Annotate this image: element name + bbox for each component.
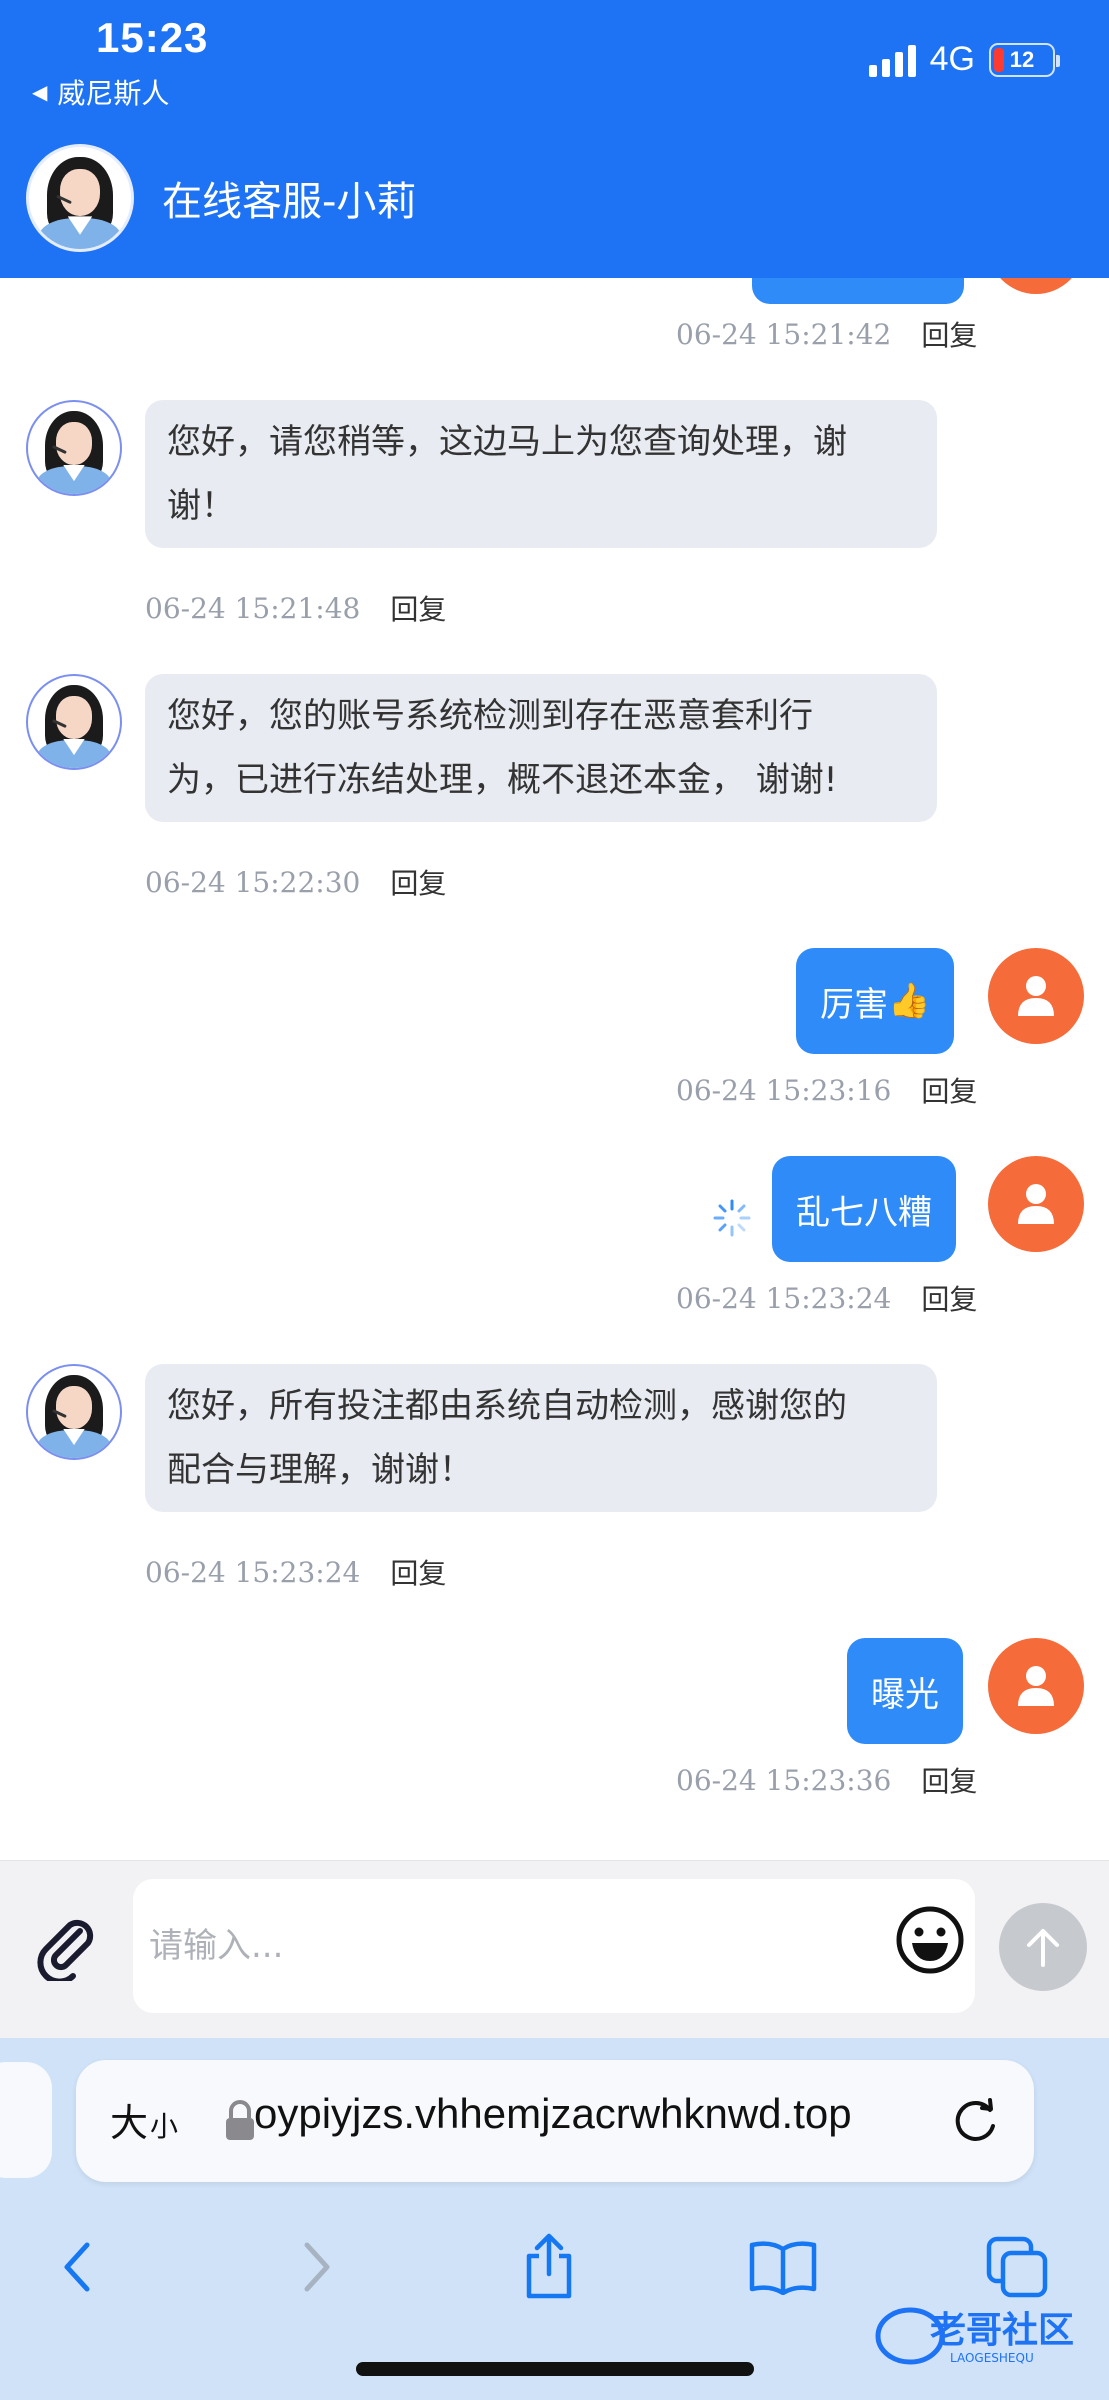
- back-app-label: 威尼斯人: [57, 77, 170, 110]
- message-time: 06-24 15:21:42: [676, 317, 892, 351]
- reply-link[interactable]: 回复: [921, 1760, 977, 1800]
- user-message-bubble: [752, 278, 964, 304]
- message-text-line: 配合与理解，谢谢！: [167, 1450, 473, 1490]
- chevron-right-icon: [304, 2242, 330, 2292]
- user-avatar: [988, 948, 1084, 1044]
- watermark-logo: 老哥社区 LAOGESHEQU: [875, 2307, 1074, 2365]
- message-text: 厉害: [820, 984, 888, 1025]
- bookmarks-button[interactable]: [744, 2228, 822, 2306]
- message-text: 曝光: [871, 1674, 939, 1715]
- home-indicator: [356, 2362, 754, 2376]
- text-size-small: 小: [150, 2111, 179, 2142]
- share-icon: [526, 2233, 572, 2299]
- arrow-up-icon: [1027, 1929, 1059, 1967]
- svg-text:老哥社区: 老哥社区: [930, 2310, 1074, 2351]
- message-meta: 06-24 15:23:36 回复: [676, 1760, 977, 1800]
- emoji-button[interactable]: [893, 1903, 967, 1977]
- previous-tab-preview[interactable]: [0, 2062, 52, 2178]
- page-title: 在线客服-小莉: [162, 179, 417, 225]
- message-meta: 06-24 15:23:24 回复: [676, 1278, 977, 1318]
- reply-link[interactable]: 回复: [921, 1278, 977, 1318]
- message-meta: 06-24 15:22:30 回复: [145, 862, 446, 902]
- reply-link[interactable]: 回复: [921, 1070, 977, 1110]
- message-time: 06-24 15:22:30: [145, 865, 361, 899]
- chevron-left-icon: [64, 2242, 90, 2292]
- share-button[interactable]: [510, 2228, 588, 2306]
- attach-button[interactable]: [30, 1909, 104, 1983]
- browser-chrome: 大小 oypiyjzs.vhhemjzacrwhknwd.top 老哥社区 LA…: [0, 2038, 1109, 2400]
- message-meta: 06-24 15:23:16 回复: [676, 1070, 977, 1110]
- message-text-line: 谢！: [167, 486, 235, 526]
- back-triangle-icon: ◀: [32, 80, 48, 104]
- message-meta: 06-24 15:21:48 回复: [145, 588, 446, 628]
- agent-message-bubble: 您好，您的账号系统检测到存在恶意套利行 为，已进行冻结处理，概不退还本金， 谢谢…: [145, 674, 937, 822]
- message-text-line: 您好，请您稍等，这边马上为您查询处理，谢: [167, 422, 847, 462]
- address-bar[interactable]: 大小 oypiyjzs.vhhemjzacrwhknwd.top: [76, 2060, 1034, 2182]
- agent-message-bubble: 您好，请您稍等，这边马上为您查询处理，谢 谢！: [145, 400, 937, 548]
- agent-avatar: [26, 674, 122, 770]
- user-message-bubble: 曝光: [847, 1638, 963, 1744]
- svg-text:LAOGESHEQU: LAOGESHEQU: [950, 2351, 1034, 2365]
- sending-spinner-icon: [713, 1199, 751, 1237]
- reply-link[interactable]: 回复: [390, 1552, 446, 1592]
- agent-avatar: [26, 400, 122, 496]
- back-to-app-link[interactable]: ◀ 威尼斯人: [32, 72, 169, 112]
- user-avatar: [988, 1638, 1084, 1734]
- agent-message-bubble: 您好，所有投注都由系统自动检测，感谢您的 配合与理解，谢谢！: [145, 1364, 937, 1512]
- message-text: 乱七八糟: [796, 1192, 932, 1233]
- network-type: 4G: [929, 40, 975, 78]
- message-time: 06-24 15:23:16: [676, 1073, 892, 1107]
- user-silhouette-icon: [1018, 1666, 1054, 1706]
- reply-link[interactable]: 回复: [390, 588, 446, 628]
- message-time: 06-24 15:23:24: [676, 1281, 892, 1315]
- reply-link[interactable]: 回复: [390, 862, 446, 902]
- user-avatar: [988, 1156, 1084, 1252]
- url-text: oypiyjzs.vhhemjzacrwhknwd.top: [254, 2090, 852, 2137]
- system-icons: 4G 12: [868, 40, 1060, 79]
- message-input[interactable]: [133, 1879, 975, 2013]
- message-meta: 06-24 15:23:24 回复: [145, 1552, 446, 1592]
- battery-icon: 12: [989, 42, 1060, 77]
- chat-log[interactable]: 06-24 15:21:42 回复 您好，请您稍等，这边马上为您查询处理，谢 谢…: [0, 278, 1109, 1860]
- composer-bar: [0, 1860, 1109, 2038]
- thumbs-up-emoji: 👍: [888, 981, 931, 1021]
- message-text-line: 您好，所有投注都由系统自动检测，感谢您的: [167, 1386, 847, 1426]
- message-text-line: 您好，您的账号系统检测到存在恶意套利行: [167, 696, 813, 736]
- user-message-bubble: 厉害 👍: [796, 948, 955, 1054]
- message-meta: 06-24 15:21:42 回复: [676, 314, 977, 354]
- user-message-bubble: 乱七八糟: [772, 1156, 956, 1262]
- app-header: 15:23 ◀ 威尼斯人 4G 12 在线客服-小莉: [0, 0, 1109, 278]
- message-time: 06-24 15:23:24: [145, 1555, 361, 1589]
- status-time: 15:23: [96, 14, 209, 61]
- tabs-button[interactable]: [978, 2228, 1056, 2306]
- signal-icon: [868, 43, 916, 77]
- agent-avatar: [26, 144, 134, 252]
- message-time: 06-24 15:23:36: [676, 1763, 892, 1797]
- agent-avatar: [26, 1364, 122, 1460]
- agent-header: 在线客服-小莉: [26, 144, 416, 252]
- user-silhouette-icon: [1018, 976, 1054, 1016]
- reply-link[interactable]: 回复: [921, 314, 977, 354]
- message-time: 06-24 15:21:48: [145, 591, 361, 625]
- battery-level: 12: [1009, 46, 1035, 72]
- send-button[interactable]: [999, 1903, 1087, 1991]
- smiley-icon: [896, 1906, 964, 1974]
- user-silhouette-icon: [1018, 1184, 1054, 1224]
- forward-button[interactable]: [278, 2228, 356, 2306]
- book-icon: [749, 2241, 817, 2295]
- user-avatar: [988, 278, 1084, 294]
- message-text-line: 为，已进行冻结处理，概不退还本金， 谢谢!: [167, 760, 838, 800]
- back-button[interactable]: [38, 2228, 116, 2306]
- text-size-big: 大: [110, 2103, 149, 2145]
- text-size-button[interactable]: 大小: [110, 2092, 178, 2147]
- paperclip-icon: [37, 1919, 94, 1981]
- reload-icon[interactable]: [944, 2090, 1006, 2152]
- tabs-icon: [986, 2236, 1048, 2298]
